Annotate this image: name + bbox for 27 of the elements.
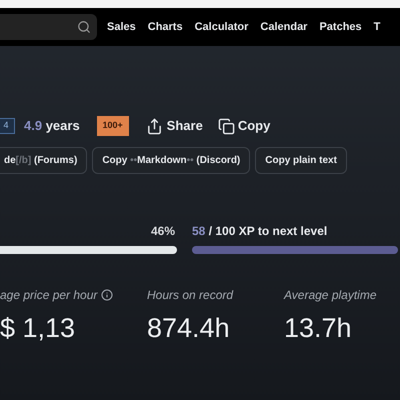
nav-link[interactable]: Calculator bbox=[194, 18, 248, 36]
search-field[interactable] bbox=[0, 14, 97, 40]
percent-text: 46% bbox=[150, 223, 175, 240]
copy-format-button[interactable]: Copy ••Markdown•• (Discord) bbox=[92, 147, 250, 174]
copy-icon bbox=[218, 118, 235, 134]
copy-format-button[interactable]: de[/b] (Forums) bbox=[0, 147, 88, 174]
share-icon bbox=[146, 118, 163, 134]
achievement-badge: 100+ bbox=[96, 116, 129, 136]
stat-value: 874.4h bbox=[147, 312, 231, 345]
stat-label: Average playtime bbox=[284, 287, 376, 304]
stat-label: Hours on record bbox=[147, 287, 234, 304]
nav-link[interactable]: T bbox=[374, 18, 380, 36]
info-icon bbox=[101, 289, 114, 301]
nav-link[interactable]: Sales bbox=[107, 18, 136, 36]
stat-value: 13.7h bbox=[284, 312, 353, 345]
nav-link[interactable]: Calendar bbox=[260, 18, 308, 36]
level-badge: 4 bbox=[0, 118, 15, 134]
stat-value: $ 1,13 bbox=[0, 312, 76, 345]
copy-format-button[interactable]: Copy plain text bbox=[255, 147, 347, 174]
share-button[interactable]: Share bbox=[146, 116, 203, 136]
nav-link[interactable]: Charts bbox=[148, 18, 183, 36]
xp-text: 58 / 100 XP to next level bbox=[192, 223, 328, 240]
search-icon bbox=[77, 20, 91, 34]
copy-button[interactable]: Copy bbox=[218, 116, 270, 136]
nav-link[interactable]: Patches bbox=[319, 18, 362, 36]
stat-label: age price per hour bbox=[0, 287, 98, 304]
years-text: 4.9 years bbox=[24, 117, 80, 136]
